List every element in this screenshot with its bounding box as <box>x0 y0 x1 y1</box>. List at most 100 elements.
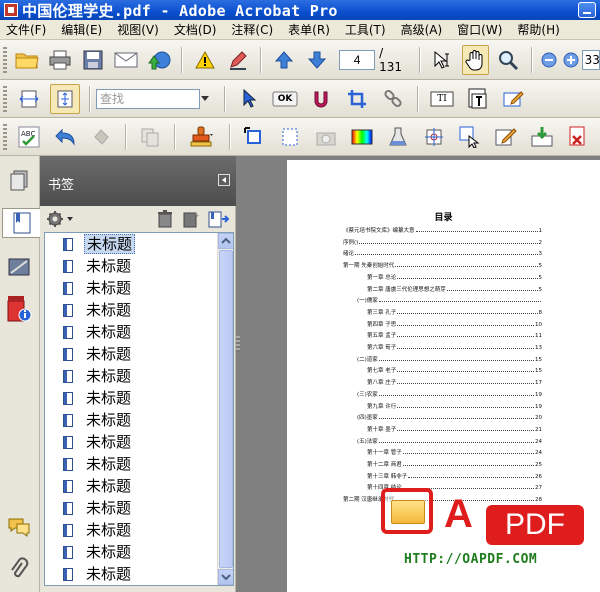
signatures-panel-button[interactable] <box>4 252 34 282</box>
toc-entry[interactable]: 《蔡元培书院文库》编纂大意 1 <box>343 224 542 234</box>
bookmark-item[interactable]: 未标题 <box>63 387 133 409</box>
toc-entry[interactable]: 第二期 汉唐继承时代 28 <box>343 493 542 503</box>
text-field-button[interactable] <box>463 84 493 114</box>
bookmarks-scrollbar[interactable] <box>217 233 233 585</box>
zoom-in-button[interactable] <box>562 45 580 75</box>
toc-entry[interactable]: 第八章 庄子 17 <box>367 376 542 386</box>
zoom-out-button[interactable] <box>540 45 558 75</box>
scroll-down-button[interactable] <box>218 569 233 585</box>
toc-entry[interactable]: 第二章 唐虞三代伦理思想之萌芽 5 <box>367 283 542 293</box>
toolbar-grip[interactable] <box>3 85 7 112</box>
bookmarks-list[interactable]: 未标题 未标题 未标题 未标题 未标题 未标题 未标题 未标题 未标题 未标题 … <box>44 232 234 586</box>
toc-entry[interactable]: 第七章 老子 15 <box>367 364 542 374</box>
menu-tools[interactable]: 工具(T) <box>339 21 395 38</box>
form-edit-button[interactable] <box>499 84 529 114</box>
export-pdf-button[interactable] <box>563 122 593 152</box>
touchup-object-button[interactable] <box>455 122 485 152</box>
previous-page-button[interactable] <box>270 45 297 75</box>
toc-entry[interactable]: 第四章 子思 10 <box>367 318 542 328</box>
bookmark-item[interactable]: 未标题 <box>63 343 133 365</box>
bookmark-item[interactable]: 未标题 <box>63 541 133 563</box>
menu-edit[interactable]: 编辑(E) <box>55 21 111 38</box>
edit-form-button[interactable] <box>491 122 521 152</box>
link-tool-button[interactable] <box>306 84 336 114</box>
zoom-tool-button[interactable] <box>495 45 522 75</box>
import-button[interactable] <box>527 122 557 152</box>
bookmark-item[interactable]: 未标题 <box>63 453 133 475</box>
toc-entry[interactable]: (二)道家 15 <box>357 353 542 363</box>
fit-page-button[interactable] <box>50 83 80 114</box>
toc-entry[interactable]: 第三章 孔子 8 <box>367 306 542 316</box>
delete-bookmark-button[interactable] <box>154 204 176 234</box>
toolbar-grip[interactable] <box>3 123 7 150</box>
toc-entry[interactable]: 第十一章 管子 24 <box>367 446 542 456</box>
print-button[interactable] <box>47 45 74 75</box>
menu-window[interactable]: 窗口(W) <box>451 21 511 38</box>
toc-entry[interactable]: 第十三章 韩非子 26 <box>367 470 542 480</box>
stamp-button[interactable] <box>184 122 220 152</box>
measure-button[interactable] <box>311 122 341 152</box>
copy-disabled-button[interactable] <box>135 122 165 152</box>
page-number-input[interactable] <box>339 49 376 70</box>
redo-button[interactable] <box>86 122 116 152</box>
toc-entry[interactable]: (一)儒家 <box>357 294 542 304</box>
crop-button[interactable] <box>342 84 372 114</box>
bookmark-item[interactable]: 未标题 <box>63 409 133 431</box>
save-button[interactable] <box>80 45 107 75</box>
toc-entry[interactable]: (五)法家 24 <box>357 435 542 445</box>
find-dropdown-button[interactable] <box>200 89 210 109</box>
menu-help[interactable]: 帮助(H) <box>511 21 568 38</box>
bookmark-item[interactable]: 未标题 <box>63 277 133 299</box>
select-tool-button[interactable] <box>429 45 456 75</box>
spell-check-button[interactable]: ABC <box>14 122 44 152</box>
crop-pages-button[interactable] <box>239 122 269 152</box>
sign-button[interactable] <box>224 45 251 75</box>
scroll-thumb[interactable] <box>219 250 233 568</box>
toolbar-grip[interactable] <box>3 46 7 73</box>
document-info-button[interactable] <box>4 294 34 324</box>
toc-entry[interactable]: 第五章 孟子 11 <box>367 329 542 339</box>
next-page-button[interactable] <box>303 45 330 75</box>
toc-entry[interactable]: 第十二章 商君 25 <box>367 458 542 468</box>
find-input[interactable]: 查找 <box>96 88 200 109</box>
attachments-panel-button[interactable] <box>4 554 34 584</box>
article-button[interactable] <box>275 122 305 152</box>
bookmark-item[interactable]: 未标题 <box>63 365 133 387</box>
bookmark-item[interactable]: 未标题 <box>63 321 133 343</box>
touchup-text-button[interactable]: TI <box>427 84 457 114</box>
minimize-button[interactable] <box>578 2 596 18</box>
bookmark-item[interactable]: 未标题 <box>63 255 133 277</box>
zoom-level-input[interactable]: 33 <box>581 49 600 70</box>
color-palette-button[interactable] <box>347 122 377 152</box>
pane-splitter[interactable] <box>236 336 240 352</box>
select-object-button[interactable] <box>234 84 264 114</box>
menu-advanced[interactable]: 高级(A) <box>395 21 452 38</box>
menu-comments[interactable]: 注释(C) <box>225 21 282 38</box>
expand-bookmark-button[interactable] <box>206 204 232 234</box>
attach-button[interactable] <box>378 84 408 114</box>
ok-button[interactable]: OK <box>270 84 300 114</box>
menu-forms[interactable]: 表单(R) <box>282 21 339 38</box>
undo-button[interactable] <box>50 122 80 152</box>
toc-entry[interactable]: 绪论 3 <box>343 247 542 257</box>
toc-entry[interactable]: 第一章 总论 5 <box>367 271 542 281</box>
toc-entry[interactable]: 第一期 先秦创始时代 5 <box>343 259 542 269</box>
scroll-up-button[interactable] <box>218 233 233 249</box>
comments-panel-button[interactable] <box>4 512 34 542</box>
warning-button[interactable] <box>191 45 218 75</box>
menu-file[interactable]: 文件(F) <box>0 21 55 38</box>
output-preview-button[interactable] <box>419 122 449 152</box>
bookmark-item[interactable]: 未标题 <box>63 475 133 497</box>
toc-entry[interactable]: 第十章 墨子 21 <box>367 423 542 433</box>
hand-tool-button[interactable] <box>461 44 489 75</box>
pages-panel-button[interactable] <box>4 166 34 196</box>
toc-entry[interactable]: (四)墨家 20 <box>357 411 542 421</box>
fit-width-button[interactable] <box>14 84 44 114</box>
toc-entry[interactable]: 第六章 荀子 13 <box>367 341 542 351</box>
bookmark-item[interactable]: 未标题 <box>63 497 133 519</box>
bookmark-item[interactable]: 未标题 <box>63 299 133 321</box>
email-button[interactable] <box>113 45 140 75</box>
bookmark-item[interactable]: 未标题 <box>63 431 133 453</box>
toc-entry[interactable]: 第九章 许行 19 <box>367 400 542 410</box>
open-button[interactable] <box>14 45 41 75</box>
